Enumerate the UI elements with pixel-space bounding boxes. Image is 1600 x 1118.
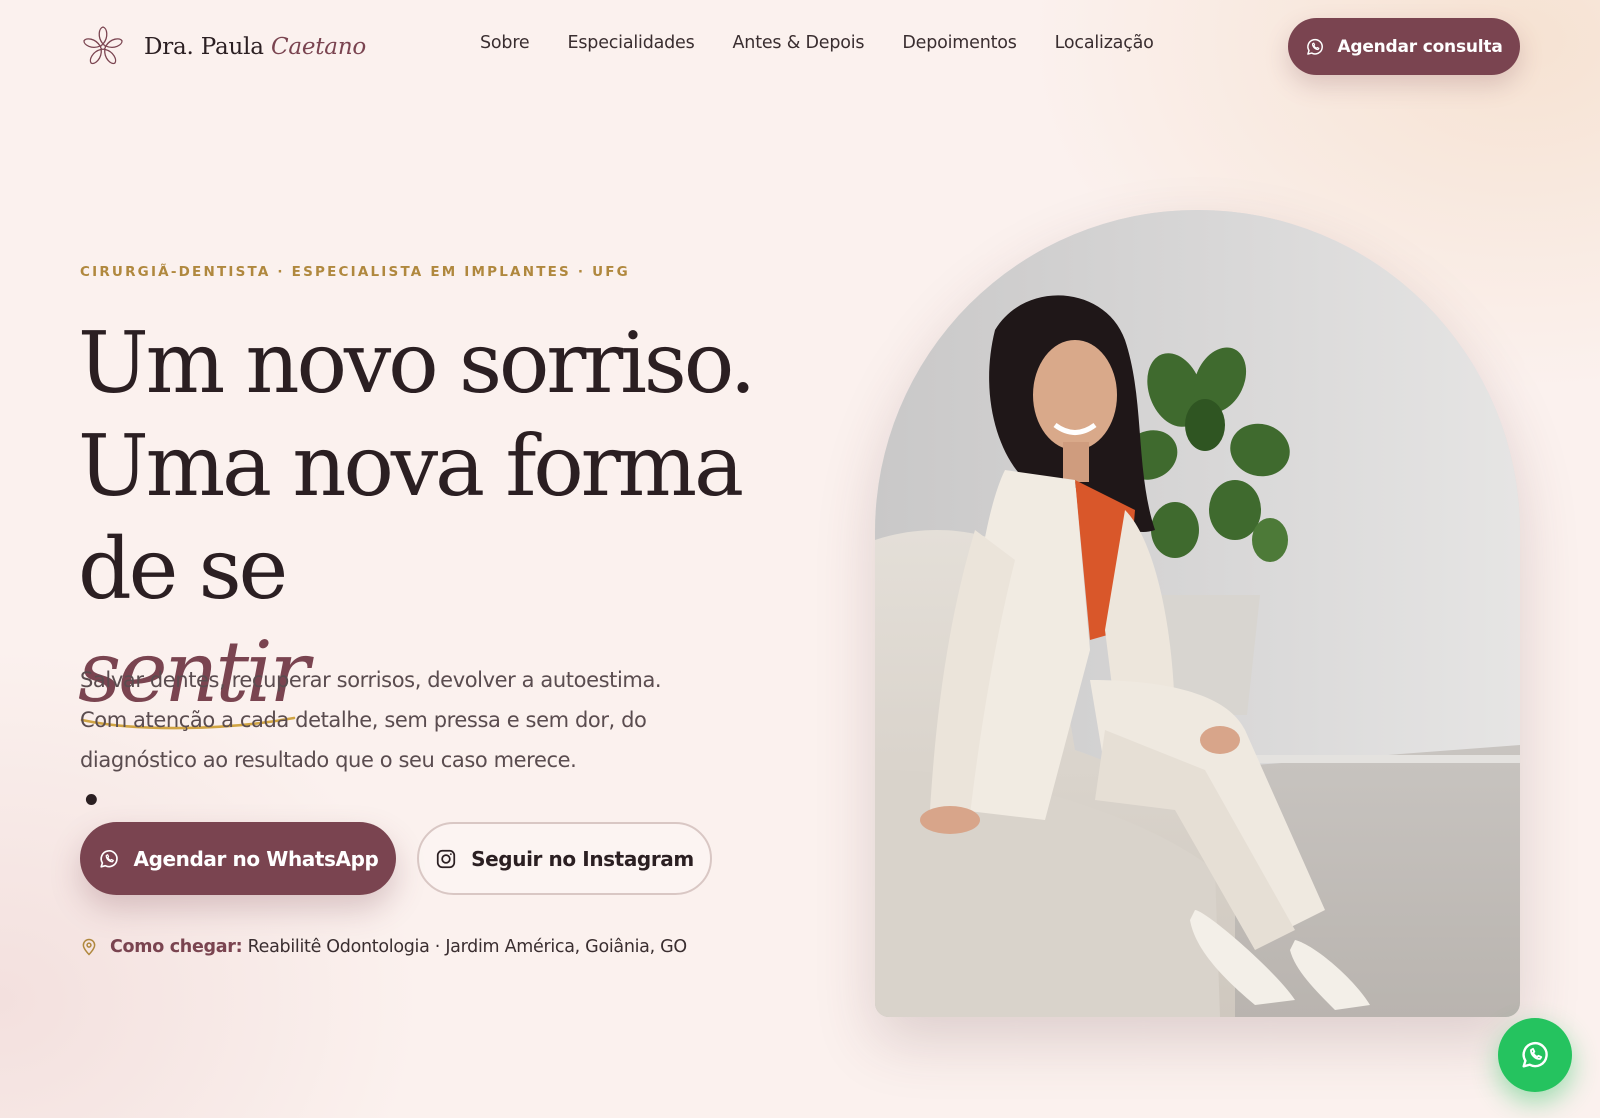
whatsapp-schedule-label: Agendar no WhatsApp bbox=[133, 846, 379, 871]
nav-item-especialidades[interactable]: Especialidades bbox=[568, 33, 695, 53]
dentist-portrait-photo bbox=[875, 210, 1520, 1017]
dentist-portrait bbox=[875, 210, 1520, 1017]
schedule-consultation-button[interactable]: Agendar consulta bbox=[1288, 18, 1520, 75]
nav-item-depoimentos[interactable]: Depoimentos bbox=[902, 33, 1017, 53]
nav-item-sobre[interactable]: Sobre bbox=[480, 33, 530, 53]
main-nav: Sobre Especialidades Antes & Depois Depo… bbox=[480, 33, 1154, 53]
nav-item-localizacao[interactable]: Localização bbox=[1055, 33, 1154, 53]
instagram-follow-label: Seguir no Instagram bbox=[471, 846, 694, 871]
brand-name-accent: Caetano bbox=[270, 34, 367, 60]
whatsapp-schedule-button[interactable]: Agendar no WhatsApp bbox=[80, 822, 396, 895]
brand-name: Dra. Paula Caetano bbox=[144, 34, 366, 60]
headline-line-2: Uma nova forma bbox=[78, 417, 744, 515]
location-info[interactable]: Como chegar: Reabilitê Odontologia · Jar… bbox=[80, 937, 687, 957]
site-header: Dra. Paula Caetano Sobre Especialidades … bbox=[0, 0, 1600, 94]
hero-eyebrow: CIRURGIÃ-DENTISTA · ESPECIALISTA EM IMPL… bbox=[80, 264, 630, 280]
map-pin-icon bbox=[82, 938, 96, 956]
brand-logo[interactable]: Dra. Paula Caetano bbox=[80, 24, 366, 70]
location-text: Reabilitê Odontologia · Jardim América, … bbox=[247, 937, 688, 957]
whatsapp-icon bbox=[99, 849, 118, 868]
headline-line-3-pre: de se bbox=[78, 520, 288, 618]
floating-whatsapp-button[interactable] bbox=[1498, 1018, 1572, 1092]
location-label: Como chegar: bbox=[110, 937, 243, 957]
whatsapp-icon bbox=[1522, 1041, 1548, 1068]
brand-name-first: Dra. Paula bbox=[144, 34, 264, 60]
headline-line-1: Um novo sorriso. bbox=[78, 314, 756, 412]
flower-logo-icon bbox=[83, 26, 123, 65]
hero-lede: Salvar dentes, recuperar sorrisos, devol… bbox=[80, 668, 662, 772]
schedule-consultation-label: Agendar consulta bbox=[1337, 36, 1503, 57]
instagram-icon bbox=[437, 849, 456, 868]
whatsapp-icon bbox=[1307, 38, 1324, 55]
nav-item-antes-depois[interactable]: Antes & Depois bbox=[733, 33, 865, 53]
instagram-follow-button[interactable]: Seguir no Instagram bbox=[417, 822, 712, 895]
